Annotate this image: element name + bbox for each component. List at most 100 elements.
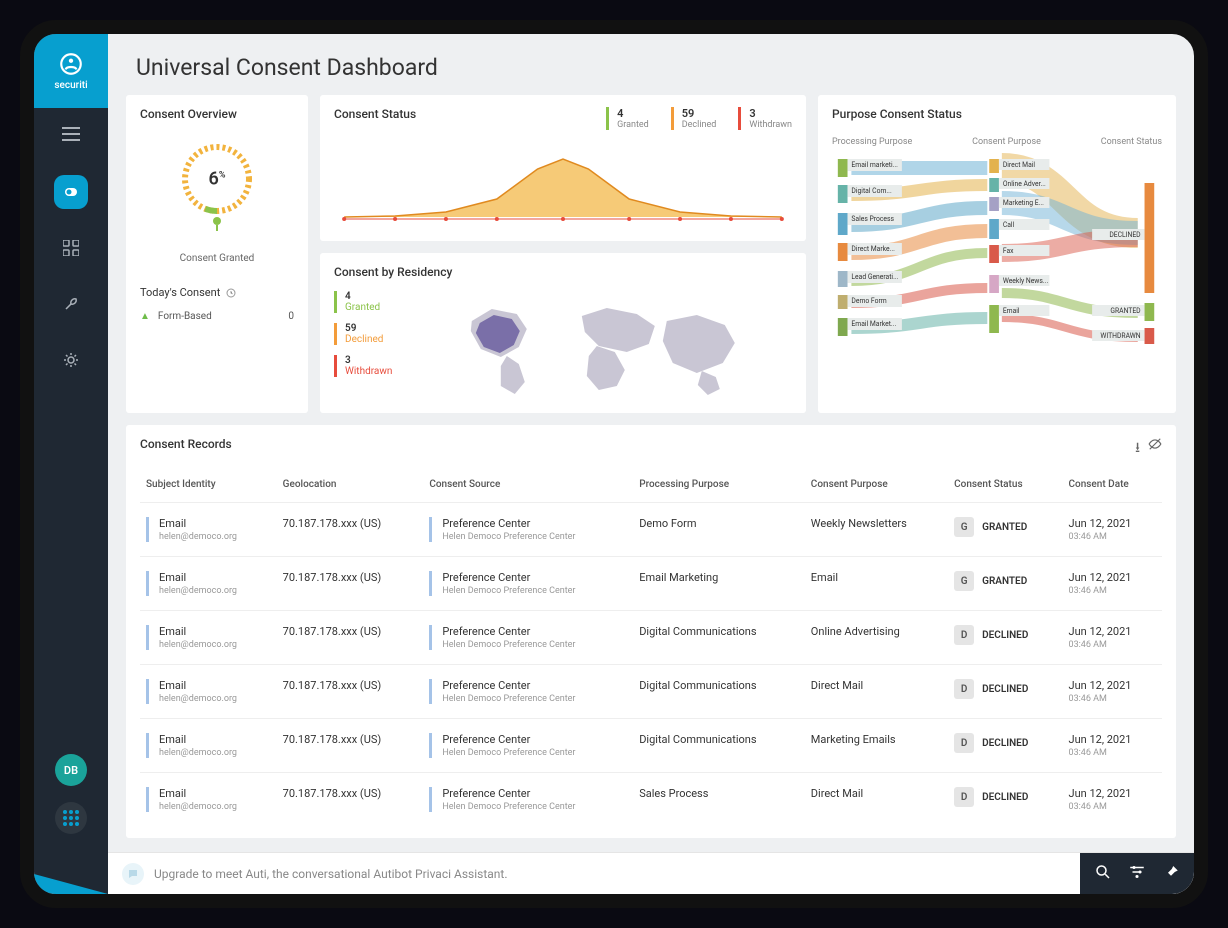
today-metric-label: Form-Based — [158, 311, 288, 322]
main: Universal Consent Dashboard Consent Over… — [108, 34, 1194, 894]
pin-icon[interactable] — [1162, 863, 1180, 885]
svg-text:Email Market...: Email Market... — [851, 320, 896, 328]
device-frame: securiti DB Universal — [20, 20, 1208, 908]
cell-geo: 70.187.178.xxx (US) — [277, 719, 424, 773]
svg-text:Sales Process: Sales Process — [851, 215, 894, 223]
svg-text:WITHDRAWN: WITHDRAWN — [1100, 332, 1140, 340]
th-identity[interactable]: Subject Identity — [140, 471, 277, 503]
today-metric: ▲ Form-Based 0 — [140, 311, 294, 322]
cell-source: Preference Center — [442, 625, 530, 638]
svg-text:Online Adver...: Online Adver... — [1003, 180, 1046, 188]
cell-geo: 70.187.178.xxx (US) — [277, 557, 424, 611]
cell-date: Jun 12, 2021 — [1069, 625, 1132, 638]
purpose-title: Purpose Consent Status — [832, 107, 1162, 121]
table-row[interactable]: Emailhelen@democo.org70.187.178.xxx (US)… — [140, 611, 1162, 665]
cell-identity: Email — [159, 517, 186, 530]
today-title: Today's Consent — [140, 286, 294, 299]
cell-geo: 70.187.178.xxx (US) — [277, 665, 424, 719]
th-geo[interactable]: Geolocation — [277, 471, 424, 503]
table-row[interactable]: Emailhelen@democo.org70.187.178.xxx (US)… — [140, 503, 1162, 557]
world-map — [412, 291, 792, 401]
cell-source: Preference Center — [442, 517, 530, 530]
cell-proc: Digital Communications — [633, 719, 805, 773]
status-badge: DDECLINED — [954, 733, 1028, 753]
menu-toggle-icon[interactable] — [62, 126, 80, 145]
svg-text:Email: Email — [1003, 307, 1020, 315]
brand-logo[interactable]: securiti — [34, 34, 108, 108]
nav-dashboard-icon[interactable] — [54, 231, 88, 265]
status-badge: DDECLINED — [954, 787, 1028, 807]
cell-proc: Digital Communications — [633, 665, 805, 719]
gauge-caption: Consent Granted — [180, 253, 255, 264]
records-table: Subject Identity Geolocation Consent Sou… — [140, 471, 1162, 826]
svg-text:Lead Generati...: Lead Generati... — [851, 273, 898, 281]
cell-identity: Email — [159, 787, 186, 800]
securiti-icon — [58, 51, 84, 77]
stat-declined: 59Declined — [671, 107, 717, 130]
chat-icon — [122, 863, 144, 885]
th-status[interactable]: Consent Status — [948, 471, 1062, 503]
nav-settings-icon[interactable] — [54, 343, 88, 377]
table-row[interactable]: Emailhelen@democo.org70.187.178.xxx (US)… — [140, 719, 1162, 773]
cell-date: Jun 12, 2021 — [1069, 733, 1132, 746]
cell-proc: Email Marketing — [633, 557, 805, 611]
cell-cp: Weekly Newsletters — [805, 503, 948, 557]
cell-identity: Email — [159, 625, 186, 638]
cell-geo: 70.187.178.xxx (US) — [277, 611, 424, 665]
nav-consent-icon[interactable] — [54, 175, 88, 209]
svg-text:GRANTED: GRANTED — [1110, 307, 1141, 315]
svg-text:Fax: Fax — [1003, 247, 1014, 255]
consent-status-card: Consent Status 4Granted 59Declined 3With… — [320, 95, 806, 241]
status-stats: 4Granted 59Declined 3Withdrawn — [606, 107, 792, 130]
th-proc[interactable]: Processing Purpose — [633, 471, 805, 503]
cell-geo: 70.187.178.xxx (US) — [277, 503, 424, 557]
svg-text:Weekly News...: Weekly News... — [1003, 277, 1049, 285]
cell-cp: Direct Mail — [805, 665, 948, 719]
residency-stats: 4Granted 59Declined 3Withdrawn — [334, 291, 392, 401]
brand-accent — [34, 844, 108, 894]
table-row[interactable]: Emailhelen@democo.org70.187.178.xxx (US)… — [140, 665, 1162, 719]
records-title: Consent Records — [140, 437, 232, 451]
filters-icon[interactable] — [1128, 863, 1146, 885]
consent-records-card: Consent Records ⭳ Subject Identity Geolo… — [126, 425, 1176, 838]
svg-text:DECLINED: DECLINED — [1109, 231, 1141, 239]
clock-icon — [226, 288, 236, 298]
th-cp[interactable]: Consent Purpose — [805, 471, 948, 503]
cell-identity: Email — [159, 571, 186, 584]
table-row[interactable]: Emailhelen@democo.org70.187.178.xxx (US)… — [140, 557, 1162, 611]
svg-text:Call: Call — [1003, 221, 1015, 229]
search-icon[interactable] — [1094, 863, 1112, 885]
footer-message[interactable]: Upgrade to meet Auti, the conversational… — [122, 863, 1070, 885]
cell-date: Jun 12, 2021 — [1069, 571, 1132, 584]
table-row[interactable]: Emailhelen@democo.org70.187.178.xxx (US)… — [140, 773, 1162, 827]
avatar[interactable]: DB — [55, 754, 87, 786]
cell-proc: Sales Process — [633, 773, 805, 827]
nav-tools-icon[interactable] — [54, 287, 88, 321]
sidebar: securiti DB — [34, 34, 108, 894]
cell-identity: Email — [159, 733, 186, 746]
th-date[interactable]: Consent Date — [1063, 471, 1162, 503]
svg-text:Direct Mail: Direct Mail — [1003, 161, 1036, 169]
gauge-percent: 6 — [209, 169, 219, 190]
status-badge: GGRANTED — [954, 517, 1027, 537]
up-triangle-icon: ▲ — [140, 311, 150, 322]
download-icon[interactable]: ⭳ — [1135, 437, 1140, 461]
cell-source: Preference Center — [442, 733, 530, 746]
consent-residency-card: Consent by Residency 4Granted 59Declined… — [320, 253, 806, 413]
stat-granted: 4Granted — [606, 107, 649, 130]
apps-icon[interactable] — [55, 802, 87, 834]
content: Consent Overview 6% Consent Granted — [108, 95, 1194, 852]
stat-withdrawn: 3Withdrawn — [738, 107, 792, 130]
page-title: Universal Consent Dashboard — [108, 34, 1194, 95]
hide-icon[interactable] — [1148, 437, 1162, 461]
cell-geo: 70.187.178.xxx (US) — [277, 773, 424, 827]
nav-icons — [54, 175, 88, 377]
th-source[interactable]: Consent Source — [423, 471, 633, 503]
purpose-labels: Processing PurposeConsent PurposeConsent… — [832, 137, 1162, 147]
svg-text:Digital Com...: Digital Com... — [851, 187, 892, 195]
svg-text:Demo Form: Demo Form — [851, 297, 886, 305]
brand-label: securiti — [54, 80, 87, 91]
gauge: 6% Consent Granted — [140, 137, 294, 264]
cell-cp: Online Advertising — [805, 611, 948, 665]
svg-text:Email marketi...: Email marketi... — [851, 161, 898, 169]
